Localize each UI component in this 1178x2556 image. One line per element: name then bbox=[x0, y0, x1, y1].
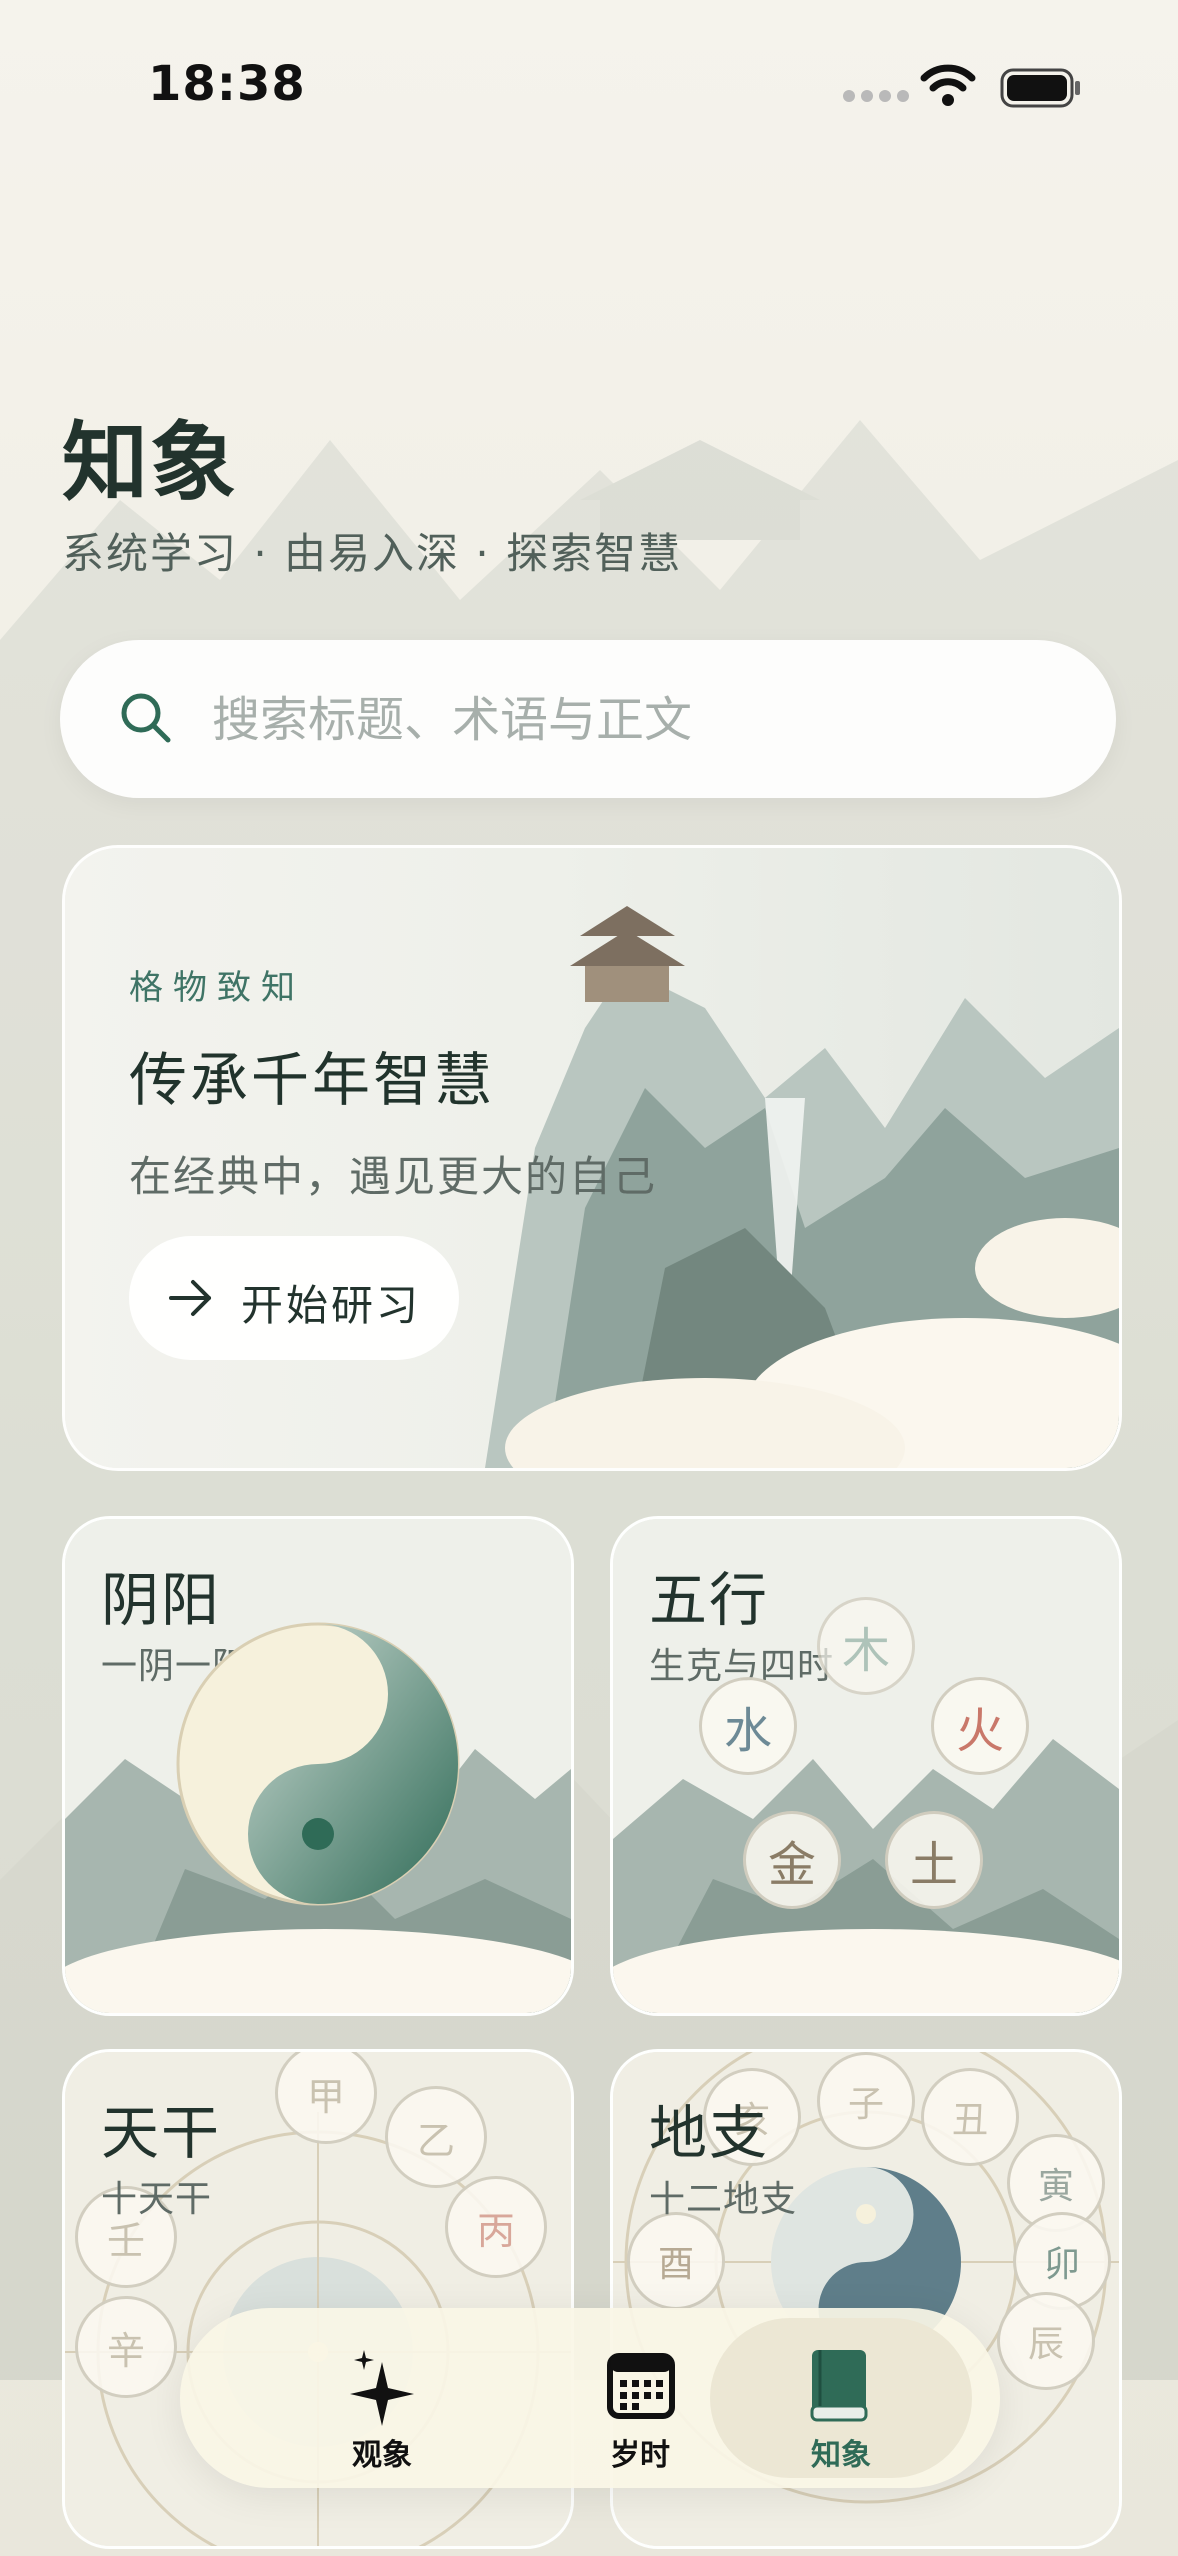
battery-icon bbox=[1000, 68, 1080, 108]
branch-you: 酉 bbox=[627, 2212, 725, 2310]
search-input[interactable] bbox=[210, 676, 1074, 764]
stem-yi: 乙 bbox=[385, 2086, 487, 2188]
start-study-label: 开始研习 bbox=[241, 1281, 422, 1330]
element-wood: 木 bbox=[817, 1597, 915, 1695]
arrow-right-icon bbox=[169, 1280, 211, 1316]
tab-guanxiang[interactable]: 观象 bbox=[252, 2318, 512, 2478]
tab-zhixiang[interactable]: 知象 bbox=[710, 2318, 972, 2478]
search-icon bbox=[121, 693, 171, 743]
hero-tag: 格物致知 bbox=[129, 968, 305, 1008]
wifi-icon bbox=[920, 64, 976, 106]
start-study-button[interactable]: 开始研习 bbox=[129, 1236, 459, 1360]
branch-zi: 子 bbox=[817, 2052, 915, 2150]
branch-chen: 辰 bbox=[997, 2292, 1095, 2390]
card-yinyang[interactable]: 阴阳 一阴一阳 bbox=[62, 1516, 574, 2016]
card-title: 天干 bbox=[101, 2099, 222, 2167]
search-bar[interactable] bbox=[60, 640, 1116, 798]
card-wuxing[interactable]: 五行 生克与四时 木 水 火 金 土 bbox=[610, 1516, 1122, 2016]
hero-banner[interactable]: 格物致知 传承千年智慧 在经典中，遇见更大的自己 开始研习 bbox=[62, 845, 1122, 1471]
element-water: 水 bbox=[699, 1677, 797, 1775]
stem-xin: 辛 bbox=[75, 2296, 177, 2398]
sparkle-icon bbox=[350, 2350, 414, 2426]
status-bar: 18:38 bbox=[0, 0, 1178, 170]
tab-label: 知象 bbox=[811, 2438, 871, 2473]
page-subtitle: 系统学习 · 由易入深 · 探索智慧 bbox=[62, 529, 683, 578]
yin-yang-icon bbox=[176, 1622, 460, 1906]
book-icon bbox=[810, 2350, 868, 2422]
stem-bing: 丙 bbox=[445, 2176, 547, 2278]
cellular-signal-icon bbox=[843, 90, 909, 102]
tab-bar: 观象 岁时 知象 bbox=[180, 2308, 1000, 2488]
calendar-icon bbox=[607, 2353, 675, 2419]
element-earth: 土 bbox=[885, 1811, 983, 1909]
element-metal: 金 bbox=[743, 1811, 841, 1909]
card-subtitle: 十二地支 bbox=[649, 2179, 798, 2220]
card-title: 五行 bbox=[649, 1566, 770, 1634]
card-subtitle: 十天干 bbox=[101, 2179, 213, 2220]
status-time: 18:38 bbox=[148, 56, 306, 112]
hero-title: 传承千年智慧 bbox=[129, 1046, 496, 1114]
hero-subtitle: 在经典中，遇见更大的自己 bbox=[129, 1152, 658, 1201]
element-fire: 火 bbox=[931, 1677, 1029, 1775]
page-title: 知象 bbox=[62, 413, 238, 513]
card-title: 地支 bbox=[649, 2099, 770, 2167]
branch-chou: 丑 bbox=[921, 2068, 1019, 2166]
tab-label: 观象 bbox=[352, 2438, 412, 2473]
